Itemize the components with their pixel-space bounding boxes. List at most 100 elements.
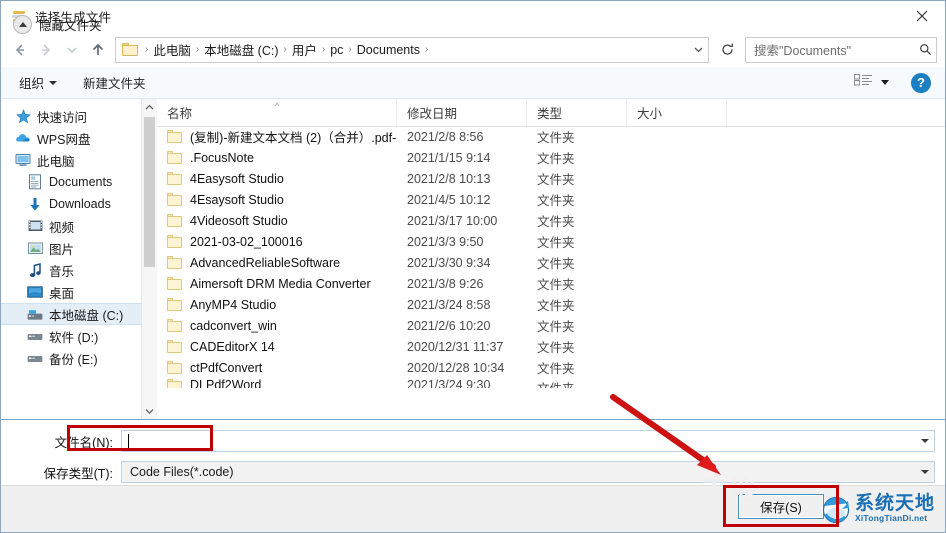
table-row[interactable]: AnyMP4 Studio 2021/3/24 8:58 文件夹: [157, 294, 945, 315]
sidebar-item-7[interactable]: 音乐: [1, 259, 141, 281]
file-name-text: AdvancedReliableSoftware: [190, 255, 341, 270]
sidebar-item-2[interactable]: 此电脑: [1, 149, 141, 171]
sidebar-scrollbar[interactable]: [141, 99, 157, 419]
video-icon: [27, 218, 43, 234]
filename-input[interactable]: [121, 430, 935, 452]
breadcrumb-separator: ›: [348, 43, 352, 55]
forward-icon[interactable]: [33, 37, 59, 63]
folder-icon: [167, 298, 183, 311]
table-row[interactable]: 2021-03-02_100016 2021/3/3 9:50 文件夹: [157, 231, 945, 252]
organize-button[interactable]: 组织: [13, 71, 63, 95]
breadcrumb[interactable]: › 此电脑 › 本地磁盘 (C:) › 用户 › pc › Documents …: [115, 36, 709, 63]
column-header-date[interactable]: 修改日期: [397, 99, 527, 126]
breadcrumb-item-3[interactable]: pc: [327, 43, 346, 57]
sidebar-item-11[interactable]: 备份 (E:): [1, 347, 141, 369]
drive-icon: [27, 328, 43, 344]
sidebar-item-3[interactable]: Documents: [1, 171, 141, 193]
hide-folders-button[interactable]: 隐藏文件夹: [13, 15, 102, 34]
folder-icon: [122, 42, 139, 57]
breadcrumb-item-2[interactable]: 用户: [289, 40, 320, 59]
breadcrumb-item-4[interactable]: Documents: [354, 43, 423, 57]
table-row[interactable]: Aimersoft DRM Media Converter 2021/3/8 9:…: [157, 273, 945, 294]
folder-icon: [167, 172, 183, 185]
sidebar-item-10[interactable]: 软件 (D:): [1, 325, 141, 347]
folder-icon: [167, 340, 183, 353]
back-icon[interactable]: [7, 37, 33, 63]
sidebar-item-9[interactable]: 本地磁盘 (C:): [1, 303, 141, 325]
table-row[interactable]: AdvancedReliableSoftware 2021/3/30 9:34 文件…: [157, 252, 945, 273]
computer-icon: [15, 152, 31, 168]
column-header-size[interactable]: 大小: [627, 99, 727, 126]
sidebar-item-label: WPS网盘: [37, 132, 91, 147]
sidebar-item-4[interactable]: Downloads: [1, 193, 141, 215]
file-name-text: Aimersoft DRM Media Converter: [190, 276, 371, 291]
breadcrumb-separator: ›: [283, 43, 287, 55]
file-name-cell: (复制)-新建文本文档 (2)（合并）.pdf-2...: [157, 127, 397, 146]
breadcrumb-item-0[interactable]: 此电脑: [150, 40, 194, 59]
navigation-sidebar: 快速访问 WPS网盘此电脑 Documents Downloads 视频 图片 音乐 桌面 本地…: [1, 99, 141, 419]
file-rows: (复制)-新建文本文档 (2)（合并）.pdf-2... 2021/2/8 8:5…: [157, 126, 945, 419]
file-name-text: 4Easysoft Studio: [190, 171, 284, 186]
table-row[interactable]: 4Easysoft Studio 2021/2/8 10:13 文件夹: [157, 168, 945, 189]
file-name-text: ctPdfConvert: [190, 360, 263, 375]
sidebar-item-1[interactable]: WPS网盘: [1, 127, 141, 149]
file-date-cell: 2021/2/8 8:56: [407, 129, 484, 144]
scrollbar-thumb[interactable]: [144, 117, 155, 267]
sidebar-item-label: 备份 (E:): [49, 352, 98, 367]
savetype-label: 保存类型(T):: [43, 466, 113, 481]
file-type-cell: 文件夹: [537, 278, 575, 292]
sidebar-item-5[interactable]: 视频: [1, 215, 141, 237]
table-row[interactable]: CADEditorX 14 2020/12/31 11:37 文件夹: [157, 336, 945, 357]
recent-locations-icon[interactable]: [59, 37, 85, 63]
file-date-cell: 2021/2/8 10:13: [407, 171, 491, 186]
file-list-pane: 名称 ^ 修改日期 类型 大小 (复制)-新建文本文档 (2)（合并）.pdf-…: [157, 99, 945, 419]
search-input[interactable]: 搜索"Documents": [745, 36, 937, 63]
breadcrumb-dropdown-icon[interactable]: [688, 39, 708, 61]
file-name-cell: DLPdf2Word: [157, 378, 397, 388]
hide-folders-label: 隐藏文件夹: [39, 19, 102, 33]
search-icon[interactable]: [914, 39, 936, 61]
chevron-down-icon[interactable]: [142, 403, 157, 419]
file-name-cell: AdvancedReliableSoftware: [157, 256, 397, 270]
table-row[interactable]: (复制)-新建文本文档 (2)（合并）.pdf-2... 2021/2/8 8:5…: [157, 126, 945, 147]
breadcrumb-item-1[interactable]: 本地磁盘 (C:): [201, 40, 281, 59]
file-name-cell: cadconvert_win: [157, 319, 397, 333]
file-date-cell: 2020/12/28 10:34: [407, 360, 505, 375]
title-bar: 选择生成文件: [1, 1, 945, 32]
sidebar-item-0[interactable]: 快速访问: [1, 105, 141, 127]
dialog-body: 快速访问 WPS网盘此电脑 Documents Downloads 视频 图片 音乐 桌面 本地…: [1, 99, 945, 419]
filename-dropdown-icon[interactable]: [916, 431, 934, 451]
column-header-type[interactable]: 类型: [527, 99, 627, 126]
folder-icon: [167, 151, 183, 164]
table-row[interactable]: cadconvert_win 2021/2/6 10:20 文件夹: [157, 315, 945, 336]
sidebar-item-6[interactable]: 图片: [1, 237, 141, 259]
table-row[interactable]: ctPdfConvert 2020/12/28 10:34 文件夹: [157, 357, 945, 378]
up-icon[interactable]: [85, 37, 111, 63]
folder-icon: [167, 214, 183, 227]
table-row[interactable]: .FocusNote 2021/1/15 9:14 文件夹: [157, 147, 945, 168]
table-row[interactable]: 4Esaysoft Studio 2021/4/5 10:12 文件夹: [157, 189, 945, 210]
table-row[interactable]: DLPdf2Word 2021/3/24 9:30 文件夹: [157, 378, 945, 388]
table-row[interactable]: 4Videosoft Studio 2021/3/17 10:00 文件夹: [157, 210, 945, 231]
file-type-cell: 文件夹: [537, 131, 575, 145]
file-name-text: 4Videosoft Studio: [190, 213, 288, 228]
savetype-dropdown-icon[interactable]: [916, 462, 934, 482]
file-type-cell: 文件夹: [537, 362, 575, 376]
file-date-cell: 2021/3/8 9:26: [407, 276, 484, 291]
chevron-down-icon: [49, 80, 58, 85]
sidebar-item-8[interactable]: 桌面: [1, 281, 141, 303]
file-name-text: DLPdf2Word: [190, 378, 262, 388]
chevron-up-icon[interactable]: [142, 99, 157, 115]
save-button[interactable]: 保存(S): [738, 494, 824, 519]
close-icon[interactable]: [899, 1, 945, 31]
savetype-row: 保存类型(T): Code Files(*.code): [1, 460, 945, 484]
view-options-button[interactable]: [850, 71, 893, 95]
refresh-icon[interactable]: [715, 38, 739, 62]
help-button[interactable]: ?: [911, 72, 931, 93]
file-type-cell: 文件夹: [537, 236, 575, 250]
new-folder-button[interactable]: 新建文件夹: [77, 71, 152, 95]
savetype-select[interactable]: Code Files(*.code): [121, 461, 935, 483]
file-type-cell: 文件夹: [537, 152, 575, 166]
folder-icon: [167, 361, 183, 374]
column-header-name[interactable]: 名称 ^: [157, 99, 397, 126]
